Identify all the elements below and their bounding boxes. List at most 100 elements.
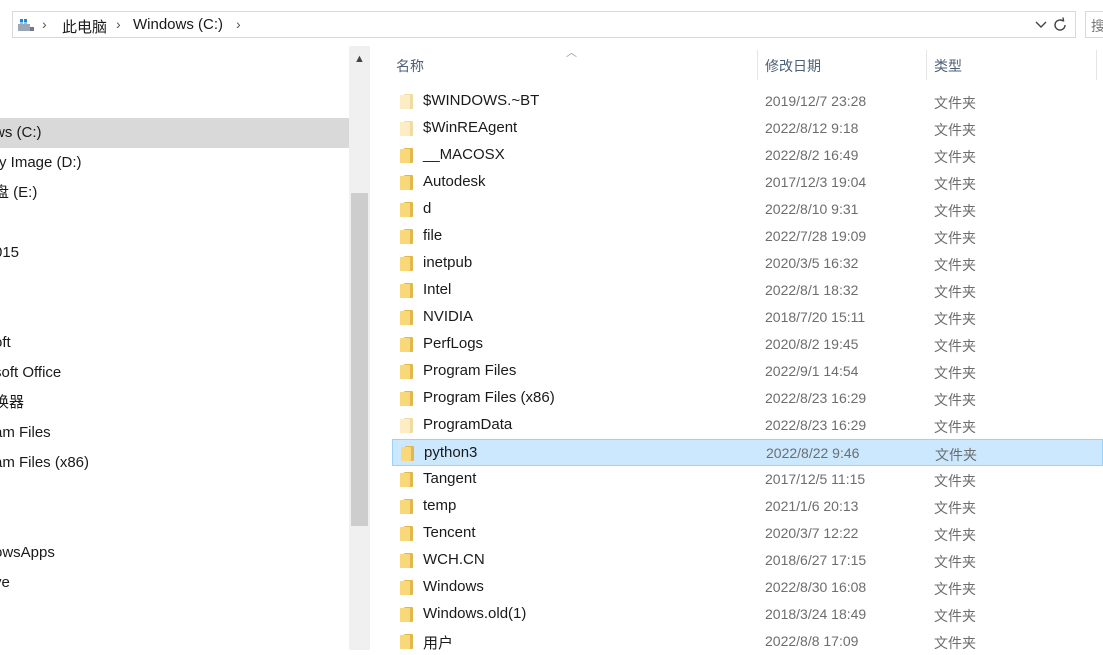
folder-icon — [400, 553, 413, 568]
file-row[interactable]: inetpub 2020/3/5 16:32 文件夹 — [392, 250, 1103, 277]
nav-scrollbar[interactable]: ▲ — [349, 46, 370, 650]
breadcrumb-separator[interactable]: › — [42, 16, 47, 32]
breadcrumb-separator[interactable]: › — [116, 16, 121, 32]
file-name: Tangent — [423, 470, 477, 487]
file-modified-date: 2017/12/5 11:15 — [765, 471, 866, 487]
file-type: 文件夹 — [934, 95, 976, 111]
file-type: 文件夹 — [934, 203, 976, 219]
file-row[interactable]: $WINDOWS.~BT 2019/12/7 23:28 文件夹 — [392, 88, 1103, 115]
file-row[interactable]: 用户 2022/8/8 17:09 文件夹 — [392, 628, 1103, 655]
chevron-down-icon[interactable] — [1035, 16, 1047, 34]
column-headers: ︿ 名称 修改日期 类型 — [370, 46, 1103, 84]
nav-item-label: 盘 (E:) — [0, 184, 38, 201]
column-header-modified[interactable]: 修改日期 — [765, 56, 821, 76]
column-divider[interactable] — [1096, 50, 1097, 80]
nav-item-label: ve — [0, 574, 10, 591]
file-type: 文件夹 — [934, 419, 976, 435]
folder-icon — [400, 310, 413, 325]
file-row[interactable]: d 2022/8/10 9:31 文件夹 — [392, 196, 1103, 223]
file-row[interactable]: PerfLogs 2020/8/2 19:45 文件夹 — [392, 331, 1103, 358]
nav-item[interactable]: ve — [0, 568, 349, 598]
file-type: 文件夹 — [934, 230, 976, 246]
file-modified-date: 2022/8/1 18:32 — [765, 282, 859, 298]
file-name: python3 — [424, 444, 478, 461]
column-divider[interactable] — [757, 50, 758, 80]
file-type: 文件夹 — [934, 311, 976, 327]
search-input[interactable]: 搜 — [1085, 11, 1103, 38]
file-type: 文件夹 — [934, 635, 976, 651]
file-modified-date: 2018/3/24 18:49 — [765, 606, 867, 622]
folder-icon — [400, 148, 413, 163]
file-row[interactable]: file 2022/7/28 19:09 文件夹 — [392, 223, 1103, 250]
file-type: 文件夹 — [934, 500, 976, 516]
file-row[interactable]: Intel 2022/8/1 18:32 文件夹 — [392, 277, 1103, 304]
file-row[interactable]: temp 2021/1/6 20:13 文件夹 — [392, 493, 1103, 520]
nav-item[interactable]: l — [0, 298, 349, 328]
breadcrumb-this-pc[interactable]: 此电脑 — [62, 16, 107, 37]
file-row[interactable]: Windows 2022/8/30 16:08 文件夹 — [392, 574, 1103, 601]
nav-item[interactable]: 015 — [0, 238, 349, 268]
file-list: $WINDOWS.~BT 2019/12/7 23:28 文件夹 $WinREAgen… — [370, 88, 1103, 652]
folder-icon — [400, 121, 413, 136]
file-row[interactable]: WCH.CN 2018/6/27 17:15 文件夹 — [392, 547, 1103, 574]
folder-icon — [400, 283, 413, 298]
search-placeholder: 搜 — [1091, 16, 1103, 36]
address-bar-row: › 此电脑 › Windows (C:) › 搜 — [0, 0, 1103, 50]
folder-icon — [400, 526, 413, 541]
nav-item[interactable]: owsApps — [0, 538, 349, 568]
address-bar[interactable]: › 此电脑 › Windows (C:) › — [12, 11, 1076, 38]
nav-item[interactable]: ry Image (D:) — [0, 148, 349, 178]
nav-item[interactable]: ws (C:) — [0, 118, 349, 148]
column-header-type[interactable]: 类型 — [934, 56, 962, 76]
file-row[interactable]: python3 2022/8/22 9:46 文件夹 — [392, 439, 1103, 466]
breadcrumb-separator[interactable]: › — [236, 16, 241, 32]
nav-item[interactable]: am Files — [0, 418, 349, 448]
file-modified-date: 2022/8/2 16:49 — [765, 147, 859, 163]
file-type: 文件夹 — [934, 392, 976, 408]
nav-item-label: soft Office — [0, 364, 62, 381]
file-name: $WINDOWS.~BT — [423, 92, 540, 109]
file-modified-date: 2020/8/2 19:45 — [765, 336, 859, 352]
file-name: inetpub — [423, 254, 473, 271]
file-modified-date: 2022/8/30 16:08 — [765, 579, 867, 595]
nav-item[interactable]: am Files (x86) — [0, 448, 349, 478]
file-name: ProgramData — [423, 416, 513, 433]
column-divider[interactable] — [926, 50, 927, 80]
file-row[interactable]: __MACOSX 2022/8/2 16:49 文件夹 — [392, 142, 1103, 169]
file-name: NVIDIA — [423, 308, 474, 325]
file-name: Windows — [423, 578, 484, 595]
breadcrumb-drive-c[interactable]: Windows (C:) — [133, 16, 223, 33]
file-name: file — [423, 227, 443, 244]
file-modified-date: 2022/8/23 16:29 — [765, 390, 867, 406]
file-type: 文件夹 — [934, 473, 976, 489]
file-modified-date: 2022/8/22 9:46 — [766, 445, 860, 461]
file-row[interactable]: Program Files (x86) 2022/8/23 16:29 文件夹 — [392, 385, 1103, 412]
file-type: 文件夹 — [934, 257, 976, 273]
file-modified-date: 2018/6/27 17:15 — [765, 552, 867, 568]
this-pc-icon[interactable] — [17, 18, 35, 32]
file-name: Autodesk — [423, 173, 486, 190]
file-row[interactable]: NVIDIA 2018/7/20 15:11 文件夹 — [392, 304, 1103, 331]
file-row[interactable]: Tangent 2017/12/5 11:15 文件夹 — [392, 466, 1103, 493]
file-type: 文件夹 — [934, 149, 976, 165]
nav-scrollbar-thumb[interactable] — [351, 193, 368, 526]
file-row[interactable]: ProgramData 2022/8/23 16:29 文件夹 — [392, 412, 1103, 439]
file-row[interactable]: Windows.old(1) 2018/3/24 18:49 文件夹 — [392, 601, 1103, 628]
nav-item-label: owsApps — [0, 544, 55, 561]
nav-item[interactable]: oft — [0, 328, 349, 358]
file-modified-date: 2017/12/3 19:04 — [765, 174, 867, 190]
nav-item-label: oft — [0, 334, 11, 351]
column-header-name[interactable]: 名称 — [396, 56, 424, 76]
nav-item[interactable]: 换器 — [0, 388, 349, 418]
file-name: PerfLogs — [423, 335, 484, 352]
file-row[interactable]: Tencent 2020/3/7 12:22 文件夹 — [392, 520, 1103, 547]
file-row[interactable]: Program Files 2022/9/1 14:54 文件夹 — [392, 358, 1103, 385]
scroll-up-arrow-icon[interactable]: ▲ — [349, 46, 370, 72]
refresh-icon[interactable] — [1051, 16, 1069, 34]
file-type: 文件夹 — [934, 176, 976, 192]
file-row[interactable]: $WinREAgent 2022/8/12 9:18 文件夹 — [392, 115, 1103, 142]
nav-item[interactable]: 盘 (E:) — [0, 178, 349, 208]
file-modified-date: 2021/1/6 20:13 — [765, 498, 859, 514]
nav-item[interactable]: soft Office — [0, 358, 349, 388]
file-row[interactable]: Autodesk 2017/12/3 19:04 文件夹 — [392, 169, 1103, 196]
